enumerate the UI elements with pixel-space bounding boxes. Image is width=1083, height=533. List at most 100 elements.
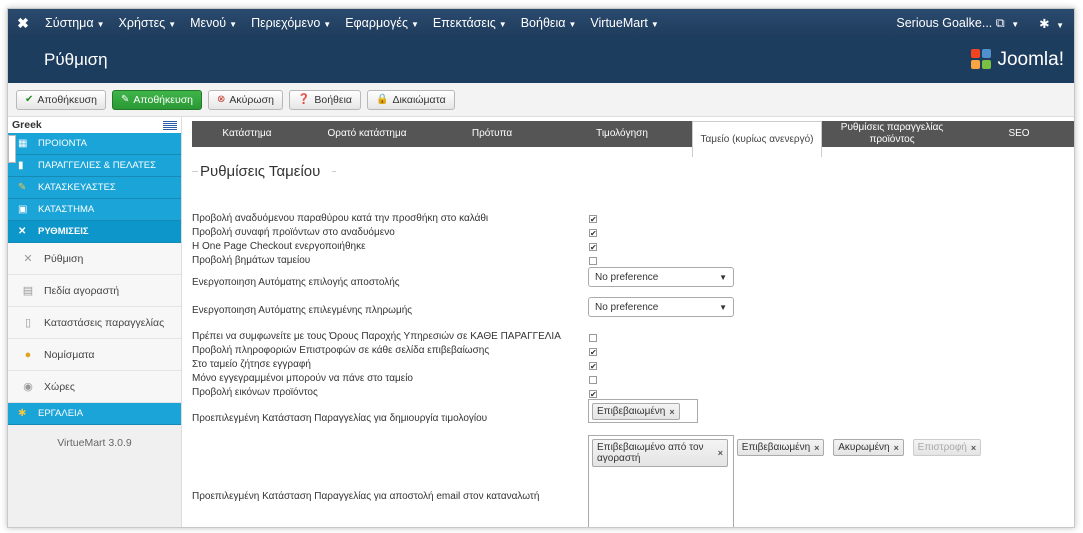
- sidebar-item-shopper-fields[interactable]: ▤ Πεδία αγοραστή: [8, 275, 181, 307]
- nav-extensions[interactable]: Επεκτάσεις ▼: [426, 16, 514, 30]
- sidebar-item-order-statuses[interactable]: ▯ Καταστάσεις παραγγελίας: [8, 307, 181, 339]
- email-status-tag-input[interactable]: Επιβεβαιωμένο από τον αγοραστή × Επιβεβαι…: [588, 435, 982, 527]
- setting-checkbox[interactable]: ✔: [589, 243, 597, 252]
- nav-label: Βοήθεια: [520, 16, 566, 30]
- toolbar: ✔ Αποθήκευση ✎ Αποθήκευση ⊗ Ακύρωση ❓ Βοήθει…: [8, 83, 1074, 117]
- sidebar-section-orders[interactable]: ▮ ΠΑΡΑΓΓΕΛΙΕΣ & ΠΕΛΑΤΕΣ: [8, 155, 181, 177]
- sidebar-toggle[interactable]: [8, 135, 16, 163]
- remove-tag-icon[interactable]: ×: [814, 443, 819, 453]
- caret-down-icon: ▼: [323, 20, 332, 29]
- sidebar-section-shop[interactable]: ▣ ΚΑΤΑΣΤΗΜΑ: [8, 199, 181, 221]
- sidebar-item-configuration[interactable]: ✕ Ρύθμιση: [8, 243, 181, 275]
- remove-tag-icon[interactable]: ×: [971, 443, 976, 453]
- remove-tag-icon[interactable]: ×: [718, 448, 723, 459]
- nav-users[interactable]: Χρήστες ▼: [112, 16, 184, 30]
- sidebar-item-currencies[interactable]: ● Νομίσματα: [8, 339, 181, 371]
- tab-pricing[interactable]: Τιμολόγηση: [552, 121, 692, 147]
- nav-content[interactable]: Περιεχόμενο ▼: [244, 16, 338, 30]
- setting-label: Στο ταμείο ζήτησε εγγραφή: [192, 359, 311, 370]
- setting-checkbox[interactable]: [589, 334, 597, 342]
- auto-shipment-select[interactable]: No preference ▼: [588, 267, 734, 287]
- setting-label: Η One Page Checkout ενεργοποιήθηκε: [192, 241, 366, 252]
- sidebar-item-countries[interactable]: ◉ Χώρες: [8, 371, 181, 403]
- save-close-button[interactable]: ✎ Αποθήκευση: [112, 89, 203, 110]
- sidebar: Greek ▦ ΠΡΟΙΟΝΤΑ ▮ ΠΑΡΑΓΓΕΛΙΕΣ & ΠΕΛΑΤΕΣ ✎…: [8, 117, 182, 527]
- sidebar-section-tools[interactable]: ✱ ΕΡΓΑΛΕΙΑ: [8, 403, 181, 425]
- setting-label: Μόνο εγγεγραμμένοι μπορούν να πάνε στο τ…: [192, 373, 413, 384]
- sidebar-section-products[interactable]: ▦ ΠΡΟΙΟΝΤΑ: [8, 133, 181, 155]
- nav-menus[interactable]: Μενού ▼: [183, 16, 244, 30]
- joomla-x-icon[interactable]: ✖: [8, 15, 38, 32]
- section-label: ΠΑΡΑΓΓΕΛΙΕΣ & ΠΕΛΑΤΕΣ: [38, 160, 156, 171]
- section-title: Ρυθμίσεις Ταμείου: [192, 157, 1074, 185]
- section-label: ΕΡΓΑΛΕΙΑ: [38, 408, 84, 419]
- item-label: Πεδία αγοραστή: [44, 284, 120, 297]
- tab-shopfront[interactable]: Ορατό κατάστημα: [302, 121, 432, 147]
- tab-seo[interactable]: SEO: [962, 121, 1074, 147]
- setting-checkbox[interactable]: ✔: [589, 390, 597, 399]
- help-button[interactable]: ❓ Βοήθεια: [288, 89, 361, 110]
- tab-templates[interactable]: Πρότυπα: [432, 121, 552, 147]
- version-label: VirtueMart 3.0.9: [57, 437, 132, 449]
- tab-shop[interactable]: Κατάστημα: [192, 121, 302, 147]
- settings-icon: ✕: [18, 226, 27, 237]
- tab-product-order-settings[interactable]: Ρυθμίσεις παραγγελίας προϊόντος: [822, 121, 962, 147]
- cancel-button[interactable]: ⊗ Ακύρωση: [208, 89, 283, 110]
- caret-down-icon: ▼: [96, 20, 105, 29]
- tag: Επιβεβαιωμένη ×: [736, 439, 825, 456]
- item-label: Ρύθμιση: [44, 252, 84, 265]
- tab-checkout[interactable]: Ταμείο (κυρίως ανενεργό): [692, 121, 822, 157]
- nav-components[interactable]: Εφαρμογές ▼: [338, 16, 426, 30]
- fields-icon: ▤: [22, 285, 34, 297]
- joomla-logo-icon: [971, 49, 993, 71]
- language-selector[interactable]: Greek: [8, 117, 181, 133]
- nav-user-menu[interactable]: ✱ ▼: [1029, 16, 1074, 31]
- nav-label: Επεκτάσεις: [432, 16, 496, 30]
- permissions-button[interactable]: 🔒 Δικαιώματα: [366, 89, 455, 110]
- setting-checkbox[interactable]: ✔: [589, 229, 597, 238]
- nav-label: VirtueMart: [590, 16, 648, 30]
- setting-label: Προβολή εικόνων προϊόντος: [192, 387, 318, 398]
- setting-checkbox[interactable]: ✔: [589, 215, 597, 224]
- nav-label: Χρήστες: [118, 16, 166, 30]
- wrench-icon: ✎: [18, 182, 27, 193]
- setting-checkbox[interactable]: ✔: [589, 348, 597, 357]
- nav-help[interactable]: Βοήθεια ▼: [514, 16, 584, 30]
- nav-virtuemart[interactable]: VirtueMart ▼: [583, 16, 665, 30]
- page-header: Ρύθμιση Joomla!: [8, 37, 1074, 83]
- caret-down-icon: ▼: [1011, 19, 1020, 29]
- external-link-icon: ⧉: [995, 15, 1005, 30]
- caret-down-icon: ▼: [719, 272, 727, 282]
- coins-icon: ●: [24, 348, 32, 361]
- tag-label: Επιβεβαιωμένη: [597, 406, 666, 417]
- invoice-status-tag-input[interactable]: Επιβεβαιωμένη ×: [588, 399, 698, 423]
- site-name: Serious Goalke...: [896, 15, 993, 30]
- language-label: Greek: [12, 119, 42, 131]
- tag-label: Επιστροφή: [917, 442, 967, 453]
- apply-button[interactable]: ✔ Αποθήκευση: [16, 89, 107, 110]
- cancel-icon: ⊗: [217, 94, 226, 105]
- nav-site-link[interactable]: Serious Goalke... ⧉ ▼: [886, 16, 1029, 31]
- top-navbar: ✖ Σύστημα ▼ Χρήστες ▼ Μενού ▼ Περιεχόμενο ▼ …: [8, 9, 1074, 37]
- sidebar-section-manufacturers[interactable]: ✎ ΚΑΤΑΣΚΕΥΑΣΤΕΣ: [8, 177, 181, 199]
- caret-down-icon: ▼: [650, 20, 659, 29]
- item-label: Χώρες: [44, 380, 75, 393]
- setting-checkbox[interactable]: ✔: [589, 362, 597, 371]
- tag: Επιστροφή ×: [912, 439, 982, 456]
- setting-checkbox[interactable]: [589, 257, 597, 265]
- caret-down-icon: ▼: [168, 20, 177, 29]
- caret-down-icon: ▼: [410, 20, 419, 29]
- remove-tag-icon[interactable]: ×: [669, 407, 674, 417]
- shop-icon: ▣: [18, 204, 28, 215]
- sidebar-section-settings[interactable]: ✕ ΡΥΘΜΙΣΕΙΣ: [8, 221, 181, 243]
- joomla-logo: Joomla!: [971, 49, 1064, 71]
- document-icon: ▯: [24, 317, 32, 329]
- remove-tag-icon[interactable]: ×: [894, 443, 899, 453]
- setting-checkbox[interactable]: [589, 376, 597, 384]
- nav-system[interactable]: Σύστημα ▼: [38, 16, 112, 30]
- setting-label: Ενεργοποιηση Αυτόματης επιλογής αποστολή…: [192, 277, 400, 288]
- products-icon: ▦: [18, 138, 28, 149]
- button-label: Αποθήκευση: [133, 93, 194, 106]
- fieldset-border: [192, 171, 198, 172]
- auto-payment-select[interactable]: No preference ▼: [588, 297, 734, 317]
